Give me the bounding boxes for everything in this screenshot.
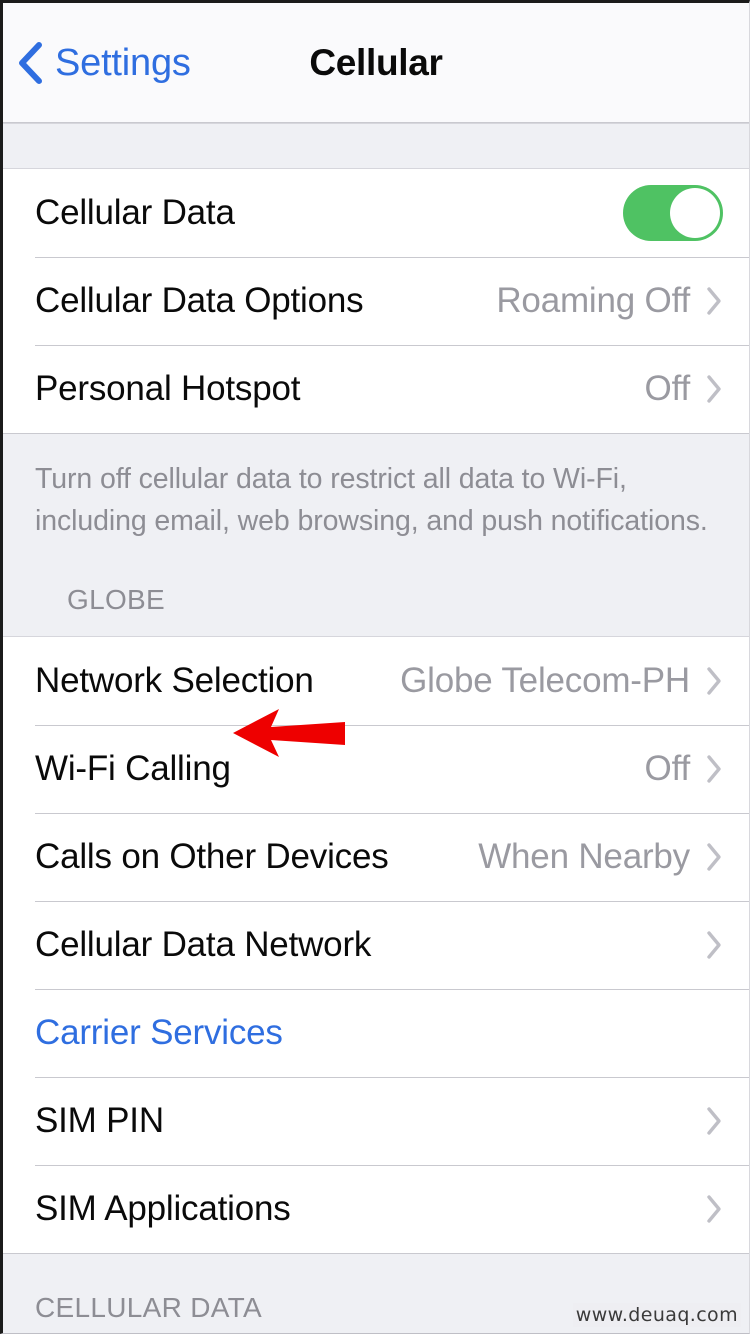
row-accessory: Globe Telecom-PH bbox=[400, 661, 723, 701]
phone-screen: Settings Cellular Cellular Data Cellular… bbox=[0, 0, 750, 1334]
chevron-left-icon bbox=[19, 42, 42, 84]
row-label: Calls on Other Devices bbox=[35, 837, 389, 876]
cellular-data-toggle[interactable] bbox=[623, 185, 723, 241]
row-accessory bbox=[706, 1106, 723, 1136]
row-cellular-data[interactable]: Cellular Data bbox=[3, 169, 749, 257]
chevron-right-icon bbox=[707, 931, 721, 959]
chevron-right-icon bbox=[707, 667, 721, 695]
globe-group: Network Selection Globe Telecom-PH Wi-Fi… bbox=[3, 637, 749, 1254]
row-calls-on-other-devices[interactable]: Calls on Other Devices When Nearby bbox=[3, 813, 749, 901]
row-cellular-data-options[interactable]: Cellular Data Options Roaming Off bbox=[3, 257, 749, 345]
row-carrier-services[interactable]: Carrier Services bbox=[3, 989, 749, 1077]
row-accessory bbox=[623, 185, 723, 241]
chevron-right-icon bbox=[707, 1107, 721, 1135]
row-label: Network Selection bbox=[35, 661, 314, 700]
chevron-right-icon bbox=[707, 843, 721, 871]
row-value: Roaming Off bbox=[496, 281, 690, 320]
back-button[interactable]: Settings bbox=[17, 3, 191, 123]
watermark: www.deuaq.com bbox=[572, 1303, 741, 1327]
row-personal-hotspot[interactable]: Personal Hotspot Off bbox=[3, 345, 749, 433]
row-value: Off bbox=[644, 749, 691, 788]
back-button-label: Settings bbox=[55, 41, 191, 84]
chevron-right-icon bbox=[707, 287, 721, 315]
cellular-data-group: Cellular Data Cellular Data Options Roam… bbox=[3, 169, 749, 434]
row-wifi-calling[interactable]: Wi-Fi Calling Off bbox=[3, 725, 749, 813]
row-sim-applications[interactable]: SIM Applications bbox=[3, 1165, 749, 1253]
cellular-data-footer-note: Turn off cellular data to restrict all d… bbox=[35, 463, 708, 537]
row-label: Carrier Services bbox=[35, 1013, 283, 1052]
chevron-right-icon bbox=[707, 1195, 721, 1223]
row-value: Off bbox=[644, 369, 691, 408]
section-gap-top bbox=[3, 123, 749, 169]
row-accessory bbox=[706, 930, 723, 960]
row-label: Cellular Data bbox=[35, 193, 235, 232]
row-network-selection[interactable]: Network Selection Globe Telecom-PH bbox=[3, 637, 749, 725]
row-label: SIM PIN bbox=[35, 1101, 164, 1140]
row-label: Cellular Data Options bbox=[35, 281, 364, 320]
row-cellular-data-network[interactable]: Cellular Data Network bbox=[3, 901, 749, 989]
row-accessory: Roaming Off bbox=[496, 281, 723, 321]
row-sim-pin[interactable]: SIM PIN bbox=[3, 1077, 749, 1165]
toggle-knob bbox=[670, 188, 720, 238]
chevron-right-icon bbox=[707, 755, 721, 783]
row-value: When Nearby bbox=[478, 837, 690, 876]
row-accessory bbox=[706, 1194, 723, 1224]
navigation-bar: Settings Cellular bbox=[3, 3, 749, 123]
section-header-globe: GLOBE bbox=[67, 584, 165, 615]
row-accessory: Off bbox=[645, 369, 723, 409]
row-accessory: When Nearby bbox=[478, 837, 723, 877]
row-value: Globe Telecom-PH bbox=[400, 661, 690, 700]
row-accessory: Off bbox=[645, 749, 723, 789]
row-label: SIM Applications bbox=[35, 1189, 291, 1228]
chevron-right-icon bbox=[707, 375, 721, 403]
cellular-data-footer-block: Turn off cellular data to restrict all d… bbox=[3, 434, 749, 637]
row-label: Cellular Data Network bbox=[35, 925, 372, 964]
row-label: Wi-Fi Calling bbox=[35, 749, 231, 788]
row-label: Personal Hotspot bbox=[35, 369, 301, 408]
